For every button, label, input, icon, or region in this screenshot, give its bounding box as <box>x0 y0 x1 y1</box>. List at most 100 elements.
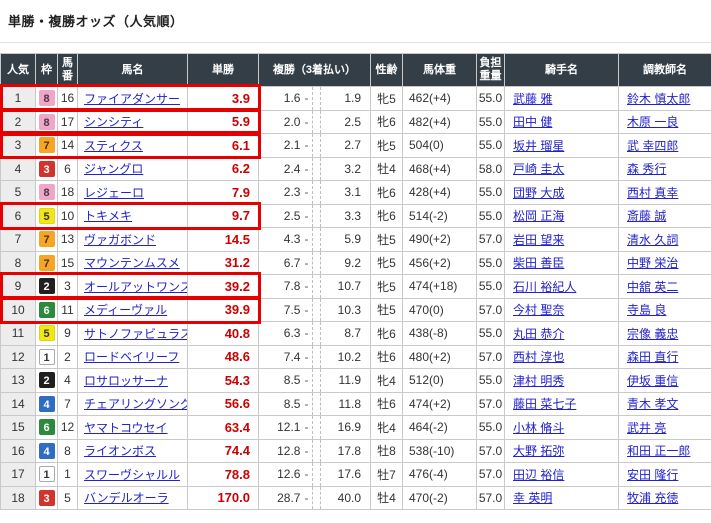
frame-cell: 4 <box>36 392 58 416</box>
odds-table-header: 人気枠馬番馬名単勝複勝（3着払い）性齢馬体重負担重量騎手名調教師名 <box>1 54 711 87</box>
place-odds-cell: 8.5-11.9 <box>259 369 371 393</box>
jockey-name-link[interactable]: 大野 拓弥 <box>513 444 564 458</box>
jockey-cell: 戸崎 圭太 <box>505 157 619 181</box>
col-header-win: 単勝 <box>188 54 259 87</box>
impost-weight-cell: 57.0 <box>477 486 505 510</box>
place-odds-separator: - <box>300 373 312 387</box>
horse-name-link[interactable]: バンデルオーラ <box>84 491 169 505</box>
jockey-name-link[interactable]: 武藤 雅 <box>513 92 552 106</box>
horse-name-link[interactable]: シンシティ <box>84 115 143 129</box>
jockey-name-link[interactable]: 石川 裕紀人 <box>513 280 576 294</box>
frame-badge: 4 <box>39 443 55 459</box>
col-header-frame: 枠 <box>36 54 58 87</box>
odds-table: 人気枠馬番馬名単勝複勝（3着払い）性齢馬体重負担重量騎手名調教師名 1816ファ… <box>0 53 711 510</box>
frame-cell: 2 <box>36 275 58 299</box>
trainer-name-link[interactable]: 青木 孝文 <box>627 397 678 411</box>
jockey-name-link[interactable]: 柴田 善臣 <box>513 256 564 270</box>
win-odds-value: 40.8 <box>188 322 259 346</box>
trainer-name-link[interactable]: 伊坂 重信 <box>627 374 678 388</box>
horse-name-link[interactable]: ライオンボス <box>84 444 156 458</box>
horse-name-cell: ジャングロ <box>78 157 188 181</box>
trainer-name-link[interactable]: 斎藤 誠 <box>627 209 666 223</box>
horse-name-link[interactable]: スワーヴシャルル <box>84 468 180 482</box>
jockey-name-link[interactable]: 丸田 恭介 <box>513 327 564 341</box>
trainer-name-link[interactable]: 森 秀行 <box>627 162 666 176</box>
col-header-num: 馬番 <box>58 54 78 87</box>
place-odds-low: 8.5 <box>259 373 300 387</box>
trainer-name-link[interactable]: 鈴木 慎太郎 <box>627 92 690 106</box>
horse-name-link[interactable]: ジャングロ <box>84 162 143 176</box>
horse-name-link[interactable]: サトノファビュラス <box>84 327 188 341</box>
trainer-name-link[interactable]: 武井 亮 <box>627 421 666 435</box>
horse-name-link[interactable]: チェアリングソング <box>84 397 188 411</box>
table-row: 1835バンデルオーラ170.028.7-40.0牡4470(-2)57.0幸 … <box>1 486 711 510</box>
impost-weight-cell: 55.0 <box>477 251 505 275</box>
jockey-name-link[interactable]: 田中 健 <box>513 115 552 129</box>
horse-name-link[interactable]: ロードベイリーフ <box>84 350 179 364</box>
place-odds-cell: 2.3-3.1 <box>259 181 371 205</box>
horse-name-link[interactable]: メディーヴァル <box>84 303 167 317</box>
horse-name-link[interactable]: ヴァガボンド <box>84 233 156 247</box>
trainer-cell: 寺島 良 <box>619 298 711 322</box>
jockey-name-link[interactable]: 戸崎 圭太 <box>513 162 564 176</box>
jockey-name-link[interactable]: 団野 大成 <box>513 186 564 200</box>
trainer-name-link[interactable]: 寺島 良 <box>627 303 666 317</box>
jockey-name-link[interactable]: 小林 脩斗 <box>513 421 564 435</box>
col-header-rank: 人気 <box>1 54 36 87</box>
win-odds-value: 48.6 <box>188 345 259 369</box>
trainer-name-link[interactable]: 中舘 英二 <box>627 280 678 294</box>
trainer-name-link[interactable]: 宗像 義忠 <box>627 327 678 341</box>
trainer-name-link[interactable]: 武 幸四郎 <box>627 139 678 153</box>
trainer-name-link[interactable]: 和田 正一郎 <box>627 444 690 458</box>
jockey-name-link[interactable]: 津村 明秀 <box>513 374 564 388</box>
trainer-name-link[interactable]: 西村 真幸 <box>627 186 678 200</box>
place-odds-cell: 6.7-9.2 <box>259 251 371 275</box>
table-row: 15612ヤマトコウセイ63.412.1-16.9牝4464(-2)55.0小林… <box>1 416 711 440</box>
place-odds-cell: 8.5-11.8 <box>259 392 371 416</box>
jockey-name-link[interactable]: 岩田 望来 <box>513 233 564 247</box>
place-odds-low: 1.6 <box>259 91 300 105</box>
jockey-name-link[interactable]: 藤田 菜七子 <box>513 397 576 411</box>
horse-name-link[interactable]: オールアットワンス <box>84 280 188 294</box>
col-header-place: 複勝（3着払い） <box>259 54 371 87</box>
place-odds-cell: 28.7-40.0 <box>259 486 371 510</box>
impost-weight-cell: 57.0 <box>477 228 505 252</box>
horse-name-link[interactable]: レジェーロ <box>84 186 144 200</box>
horse-name-link[interactable]: トキメキ <box>84 209 132 223</box>
trainer-name-link[interactable]: 牧浦 充徳 <box>627 491 678 505</box>
table-row: 8715マウンテンムスメ31.26.7-9.2牝5456(+2)55.0柴田 善… <box>1 251 711 275</box>
place-odds-high: 10.7 <box>321 279 370 293</box>
jockey-name-link[interactable]: 田辺 裕信 <box>513 468 564 482</box>
frame-badge: 7 <box>39 137 55 153</box>
jockey-name-link[interactable]: 西村 淳也 <box>513 350 564 364</box>
jockey-name-link[interactable]: 幸 英明 <box>513 491 552 505</box>
impost-weight-cell: 57.0 <box>477 439 505 463</box>
trainer-name-link[interactable]: 森田 直行 <box>627 350 678 364</box>
jockey-name-link[interactable]: 坂井 瑠星 <box>513 139 564 153</box>
trainer-name-link[interactable]: 清水 久詞 <box>627 233 678 247</box>
jockey-cell: 武藤 雅 <box>505 87 619 111</box>
jockey-name-link[interactable]: 松岡 正海 <box>513 209 564 223</box>
frame-cell: 5 <box>36 322 58 346</box>
trainer-cell: 宗像 義忠 <box>619 322 711 346</box>
jockey-name-link[interactable]: 今村 聖奈 <box>513 303 564 317</box>
horse-name-cell: ロードベイリーフ <box>78 345 188 369</box>
place-odds-cell: 4.3-5.9 <box>259 228 371 252</box>
sex-age-cell: 牡5 <box>371 228 403 252</box>
horse-name-link[interactable]: マウンテンムスメ <box>84 256 180 270</box>
horse-name-cell: ヴァガボンド <box>78 228 188 252</box>
horse-name-link[interactable]: ロサロッサーナ <box>84 374 168 388</box>
horse-number-cell: 1 <box>58 463 78 487</box>
horse-weight-cell: 490(+2) <box>403 228 477 252</box>
horse-number-cell: 10 <box>58 204 78 228</box>
trainer-name-link[interactable]: 中野 栄治 <box>627 256 678 270</box>
horse-name-link[interactable]: ヤマトコウセイ <box>84 421 168 435</box>
trainer-name-link[interactable]: 安田 隆行 <box>627 468 678 482</box>
horse-name-link[interactable]: スティクス <box>84 139 143 153</box>
horse-number-cell: 5 <box>58 486 78 510</box>
popularity-rank-cell: 6 <box>1 204 36 228</box>
place-odds-separator: - <box>300 138 312 152</box>
trainer-name-link[interactable]: 木原 一良 <box>627 115 678 129</box>
horse-name-link[interactable]: ファイアダンサー <box>84 92 180 106</box>
place-odds-separator: - <box>300 185 312 199</box>
